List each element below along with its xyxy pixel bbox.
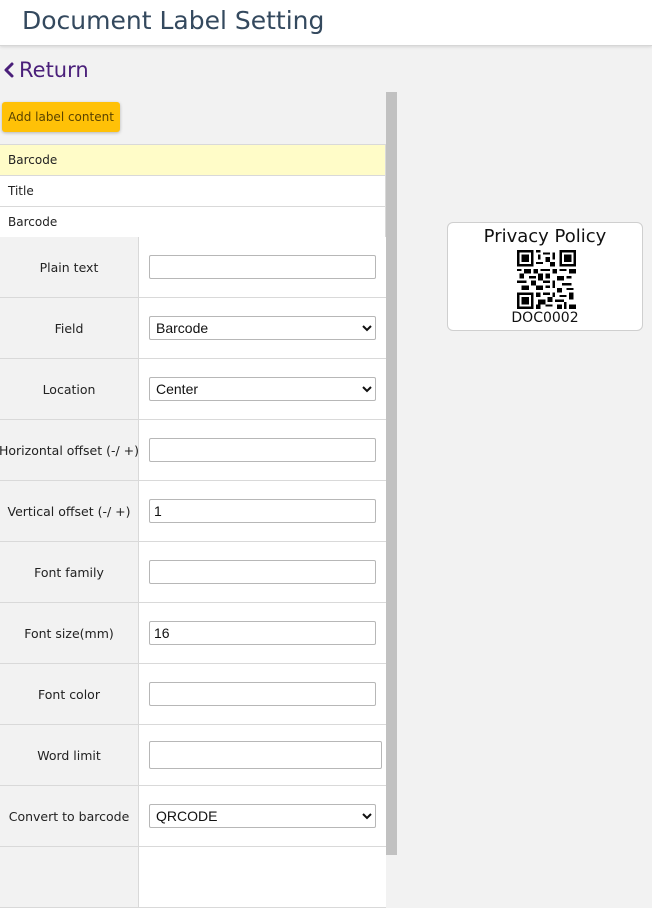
label-content-list: Barcode Title Barcode xyxy=(0,144,386,238)
page-title: Document Label Setting xyxy=(22,6,325,35)
form-row-field: Field Barcode xyxy=(0,298,386,359)
panel-scrollbar[interactable] xyxy=(386,92,397,855)
location-select[interactable]: Center xyxy=(149,377,376,401)
horizontal-offset-label: Horizontal offset (-/ +) xyxy=(0,420,139,480)
form-row-next xyxy=(0,847,386,908)
form-row-vertical-offset: Vertical offset (-/ +) xyxy=(0,481,386,542)
qr-code-icon xyxy=(517,250,576,309)
form-row-font-family: Font family xyxy=(0,542,386,603)
form-row-location: Location Center xyxy=(0,359,386,420)
list-item[interactable]: Barcode xyxy=(0,144,386,176)
form-row-font-color: Font color xyxy=(0,664,386,725)
label-preview: Privacy Policy DOC0002 xyxy=(447,222,643,331)
horizontal-offset-input[interactable] xyxy=(149,438,376,462)
font-size-input[interactable] xyxy=(149,621,376,645)
return-label: Return xyxy=(19,58,89,82)
font-color-label: Font color xyxy=(0,664,139,724)
vertical-offset-input[interactable] xyxy=(149,499,376,523)
preview-code-text: DOC0002 xyxy=(511,310,579,326)
chevron-left-icon xyxy=(4,62,14,78)
vertical-offset-label: Vertical offset (-/ +) xyxy=(0,481,139,541)
form-row-font-size: Font size(mm) xyxy=(0,603,386,664)
add-label-content-button[interactable]: Add label content xyxy=(2,102,120,132)
field-label: Field xyxy=(0,298,139,358)
word-limit-label: Word limit xyxy=(0,725,139,785)
plain-text-label: Plain text xyxy=(0,237,139,297)
label-content-panel: Add label content Barcode Title Barcode … xyxy=(0,92,386,908)
font-size-label: Font size(mm) xyxy=(0,603,139,663)
list-item[interactable]: Barcode xyxy=(0,207,386,238)
location-label: Location xyxy=(0,359,139,419)
field-select[interactable]: Barcode xyxy=(149,316,376,340)
word-limit-input[interactable] xyxy=(149,741,382,769)
font-family-label: Font family xyxy=(0,542,139,602)
form-row-horizontal-offset: Horizontal offset (-/ +) xyxy=(0,420,386,481)
header-bar: Document Label Setting xyxy=(0,0,652,46)
form-row-word-limit: Word limit xyxy=(0,725,386,786)
plain-text-input[interactable] xyxy=(149,255,376,279)
form-row-plain-text: Plain text xyxy=(0,237,386,298)
font-color-input[interactable] xyxy=(149,682,376,706)
list-item[interactable]: Title xyxy=(0,176,386,207)
preview-title: Privacy Policy xyxy=(483,226,607,247)
convert-to-barcode-label: Convert to barcode xyxy=(0,786,139,846)
convert-to-barcode-select[interactable]: QRCODE xyxy=(149,804,376,828)
font-family-input[interactable] xyxy=(149,560,376,584)
return-link[interactable]: Return xyxy=(3,57,89,83)
form-row-convert-to-barcode: Convert to barcode QRCODE xyxy=(0,786,386,847)
label-settings-form: Plain text Field Barcode Location Center… xyxy=(0,237,386,908)
